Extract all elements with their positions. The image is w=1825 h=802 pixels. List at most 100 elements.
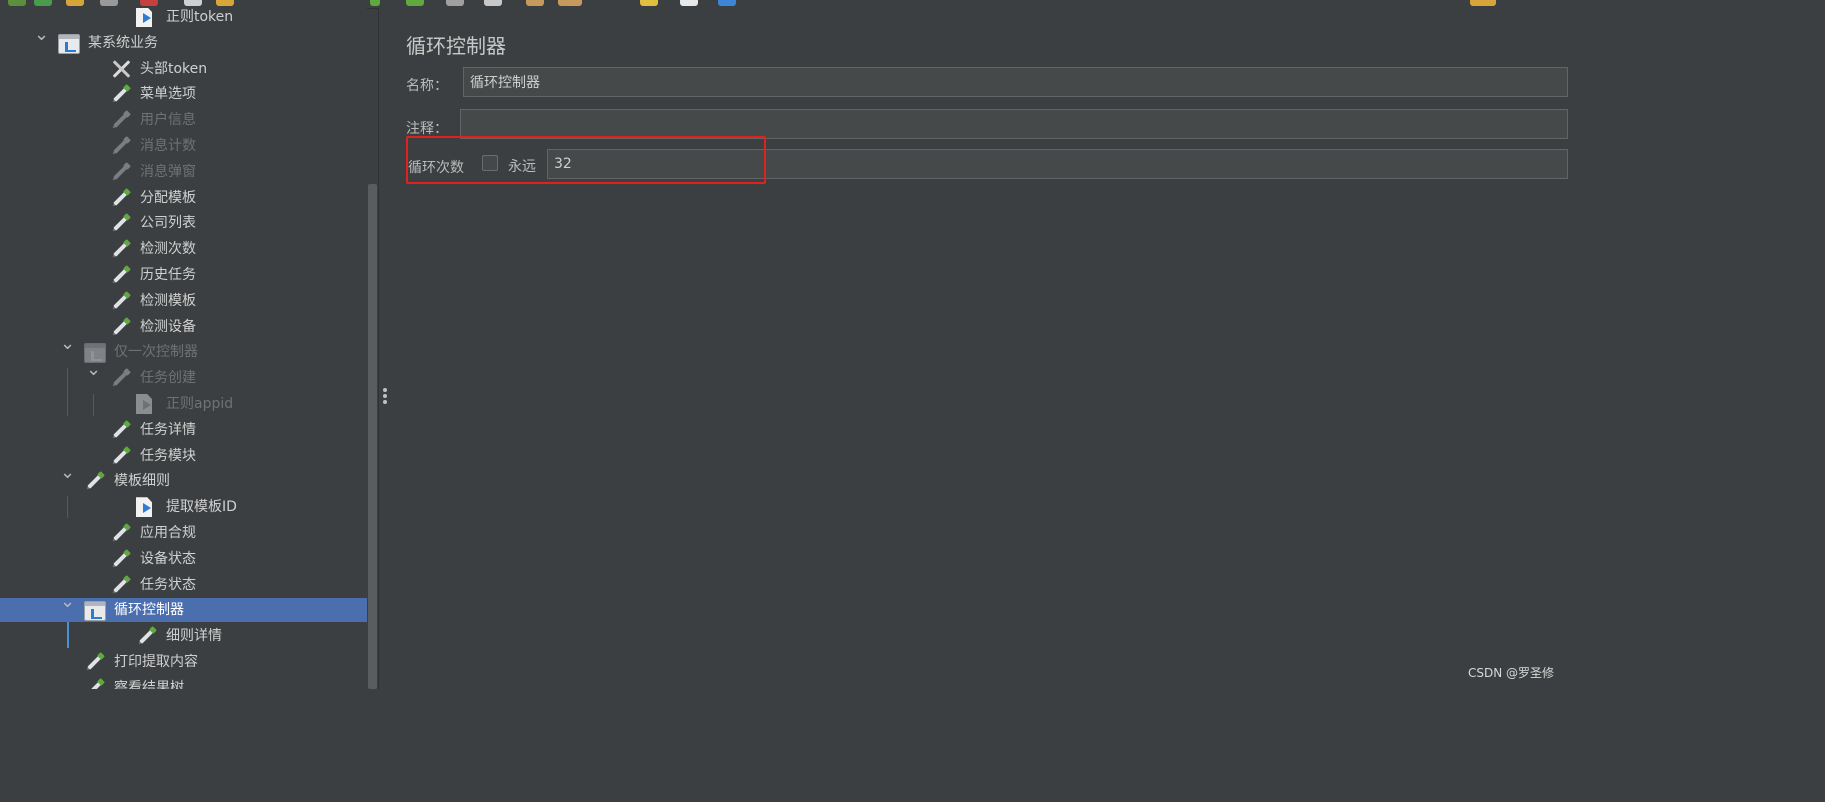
test-plan-tree: 正则token ⌄ 某系统业务头部token 菜单选项用户信息消息计数消息弹窗分配模板… [0, 8, 367, 689]
tree-item[interactable]: 提取模板ID [0, 495, 367, 519]
tree-item-label: 检测模板 [140, 292, 196, 309]
chevron-down-icon[interactable]: ⌄ [60, 335, 75, 353]
tree-item-label: 任务状态 [140, 576, 196, 593]
tree-item-label: 菜单选项 [140, 86, 196, 103]
http-sampler-icon [131, 621, 162, 652]
tree-item-label: 察看结果树 [114, 679, 184, 689]
tree-item-label: 细则详情 [166, 628, 222, 645]
tree-item-label: 打印提取内容 [114, 654, 198, 670]
tree-item-label: 正则appid [166, 396, 234, 412]
tree-item[interactable]: 任务模块 [0, 444, 367, 468]
toolbar-icon[interactable] [1470, 0, 1496, 6]
toolbar-icon[interactable] [140, 0, 158, 6]
tree-item-label: 消息计数 [140, 138, 196, 154]
tree-item-label: 历史任务 [140, 267, 196, 283]
tree-item[interactable]: ⌄ 循环控制器 [0, 593, 367, 623]
tree-item[interactable]: 分配模板 [0, 186, 367, 210]
name-label: 名称： [406, 78, 448, 94]
tree-guide-line [67, 622, 69, 648]
tree-item-label: 任务创建 [140, 370, 196, 387]
toolbar-icon[interactable] [66, 0, 84, 6]
http-sampler-icon [105, 440, 136, 471]
panel-title: 循环控制器 [406, 34, 506, 58]
http-sampler-icon [105, 569, 136, 600]
tree-item[interactable]: 细则详情 [0, 624, 367, 648]
http-sampler-icon [105, 363, 136, 394]
header-manager-icon [110, 58, 132, 80]
annotation-highlight-box [406, 136, 766, 184]
chevron-down-icon[interactable]: ⌄ [60, 464, 75, 482]
tree-item-label: 公司列表 [140, 215, 196, 232]
toolbar-icon[interactable] [446, 0, 464, 6]
tree-item[interactable]: 检测模板 [0, 289, 367, 313]
tree-item[interactable]: 历史任务 [0, 263, 367, 287]
tree-item-label: 仅一次控制器 [114, 344, 198, 361]
tree-guide-line [67, 496, 68, 518]
tree-item[interactable]: 消息计数 [0, 134, 367, 158]
tree-item-label: 提取模板ID [166, 499, 237, 516]
toolbar-icon[interactable] [34, 0, 52, 6]
tree-item[interactable]: 头部token [0, 57, 367, 81]
tree-guide-line [93, 394, 94, 416]
comment-field[interactable] [460, 109, 1568, 139]
toolbar-icon[interactable] [100, 0, 118, 6]
tree-item[interactable]: 公司列表 [0, 211, 367, 235]
toolbar-icon[interactable] [558, 0, 582, 6]
tree-item[interactable]: ⌄ 任务创建 [0, 361, 367, 390]
toolbar-icon[interactable] [484, 0, 502, 6]
tree-item-label: 检测设备 [140, 318, 196, 335]
controller-icon [58, 33, 80, 54]
tree-item[interactable]: 检测设备 [0, 315, 367, 339]
tree-item-label: 任务详情 [140, 421, 196, 438]
tree-item-label: 检测次数 [140, 241, 196, 258]
tree-item[interactable]: 检测次数 [0, 237, 367, 261]
comment-label: 注释： [406, 121, 448, 137]
name-field[interactable] [463, 67, 1568, 97]
toolbar-icon[interactable] [370, 0, 380, 6]
panel-splitter[interactable] [378, 8, 392, 689]
tree-item-label: 头部token [140, 60, 208, 77]
tree-item[interactable]: 察看结果树 [0, 676, 367, 689]
tree-item[interactable]: 消息弹窗 [0, 160, 367, 184]
http-sampler-icon [79, 466, 110, 497]
tree-item[interactable]: ⌄ 某系统业务 [0, 25, 367, 55]
tree-item[interactable]: 任务状态 [0, 573, 367, 597]
loop-controller-panel: 循环控制器 名称： 注释： 循环次数 永远 [391, 8, 1568, 689]
regex-extractor-icon [136, 497, 152, 518]
toolbar-icon[interactable] [8, 0, 26, 6]
tree-item[interactable]: 设备状态 [0, 547, 367, 571]
tree-item-label: 模板细则 [114, 473, 170, 490]
tree-guide-line [67, 368, 68, 416]
tree-item[interactable]: ⌄ 仅一次控制器 [0, 335, 367, 364]
chevron-down-icon[interactable]: ⌄ [86, 361, 101, 379]
toolbar-icon[interactable] [216, 0, 234, 6]
http-sampler-icon [105, 311, 136, 342]
tree-item-label: 应用合规 [140, 525, 196, 541]
regex-extractor-icon [136, 394, 152, 414]
tree-item-label: 正则token [166, 9, 234, 25]
toolbar-icon[interactable] [526, 0, 544, 6]
chevron-down-icon[interactable]: ⌄ [34, 25, 49, 43]
splitter-grip [383, 394, 387, 398]
toolbar-icon[interactable] [640, 0, 658, 6]
tree-item[interactable]: 打印提取内容 [0, 650, 367, 674]
toolbar-icon[interactable] [184, 0, 202, 6]
splitter-grip [383, 400, 387, 404]
tree-item-label: 消息弹窗 [140, 163, 196, 180]
toolbar-icon[interactable] [406, 0, 424, 6]
tree-item[interactable]: ⌄ 模板细则 [0, 464, 367, 493]
tree-item[interactable]: 任务详情 [0, 418, 367, 442]
splitter-grip [383, 388, 387, 392]
regex-extractor-icon [136, 8, 152, 27]
tree-item[interactable]: 正则appid [0, 392, 367, 416]
toolbar-icon[interactable] [718, 0, 736, 6]
toolbar-icon[interactable] [680, 0, 698, 6]
tree-item[interactable]: 菜单选项 [0, 82, 367, 106]
tree-scrollbar[interactable] [368, 184, 377, 689]
tree-item[interactable]: 应用合规 [0, 521, 367, 545]
tree-item-label: 用户信息 [140, 112, 196, 129]
chevron-down-icon[interactable]: ⌄ [60, 593, 75, 611]
tree-item[interactable]: 正则token [0, 8, 367, 29]
tree-item[interactable]: 用户信息 [0, 108, 367, 132]
controller-icon [84, 601, 106, 622]
